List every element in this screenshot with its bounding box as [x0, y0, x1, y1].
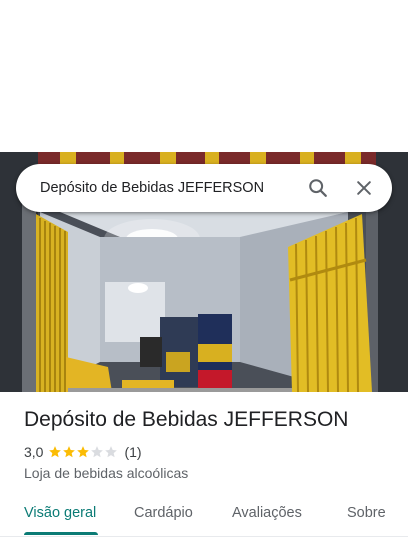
- rating-value: 3,0: [24, 444, 44, 460]
- tab-menu[interactable]: Cardápio: [134, 494, 193, 536]
- star-icon: [105, 446, 118, 458]
- active-tab-indicator: [24, 532, 98, 535]
- star-icon: [77, 446, 90, 458]
- star-icon: [63, 446, 76, 458]
- rating-row[interactable]: 3,0 (1): [24, 444, 142, 460]
- place-category[interactable]: Loja de bebidas alcoólicas: [24, 465, 188, 481]
- tab-reviews[interactable]: Avaliações: [232, 494, 302, 536]
- review-count[interactable]: (1): [124, 444, 141, 460]
- search-bar[interactable]: Depósito de Bebidas JEFFERSON: [16, 164, 392, 212]
- place-tabs: Visão geral Cardápio Avaliações Sobre: [0, 494, 408, 536]
- search-icon: [309, 179, 327, 197]
- search-input[interactable]: Depósito de Bebidas JEFFERSON: [40, 180, 298, 196]
- rating-stars: [48, 445, 118, 459]
- tab-overview[interactable]: Visão geral: [24, 494, 96, 536]
- star-icon: [49, 446, 62, 458]
- close-icon: [357, 181, 371, 195]
- place-title: Depósito de Bebidas JEFFERSON: [24, 408, 349, 431]
- tabs-divider: [0, 536, 408, 537]
- star-icon: [91, 446, 104, 458]
- map-blank-area: [0, 0, 408, 152]
- tab-about[interactable]: Sobre: [347, 494, 386, 536]
- search-button[interactable]: [298, 168, 338, 208]
- close-button[interactable]: [344, 168, 384, 208]
